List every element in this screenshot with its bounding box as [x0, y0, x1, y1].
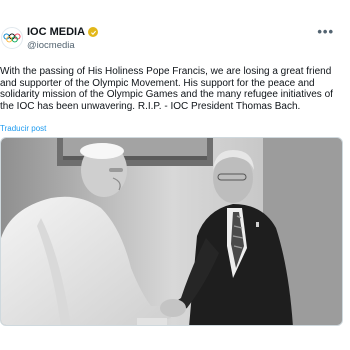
author-handle[interactable]: @iocmedia — [27, 40, 75, 51]
more-options-icon[interactable]: ••• — [317, 24, 334, 39]
post-text-line: With the passing of His Holiness Pope Fr… — [0, 66, 332, 77]
post-card: IOC MEDIA @iocmedia ••• With the passing… — [0, 0, 350, 350]
post-text-line: and supporter of the Olympic Movement. H… — [0, 77, 315, 89]
author-header[interactable]: IOC MEDIA — [27, 26, 99, 38]
author-name[interactable]: IOC MEDIA — [27, 26, 85, 38]
olympic-rings-icon — [3, 33, 21, 43]
avatar[interactable] — [1, 27, 23, 49]
translate-post-link[interactable]: Traducir post — [0, 124, 46, 133]
verified-badge-icon — [88, 27, 99, 37]
handshake-photo-illustration — [1, 138, 342, 325]
post-text: With the passing of His Holiness Pope Fr… — [0, 66, 344, 112]
post-text-line: the IOC has been unwavering. R.I.P. - IO… — [0, 100, 301, 112]
post-text-line: solidarity mission of the Olympic Games … — [0, 89, 333, 101]
post-photo[interactable] — [0, 137, 343, 326]
